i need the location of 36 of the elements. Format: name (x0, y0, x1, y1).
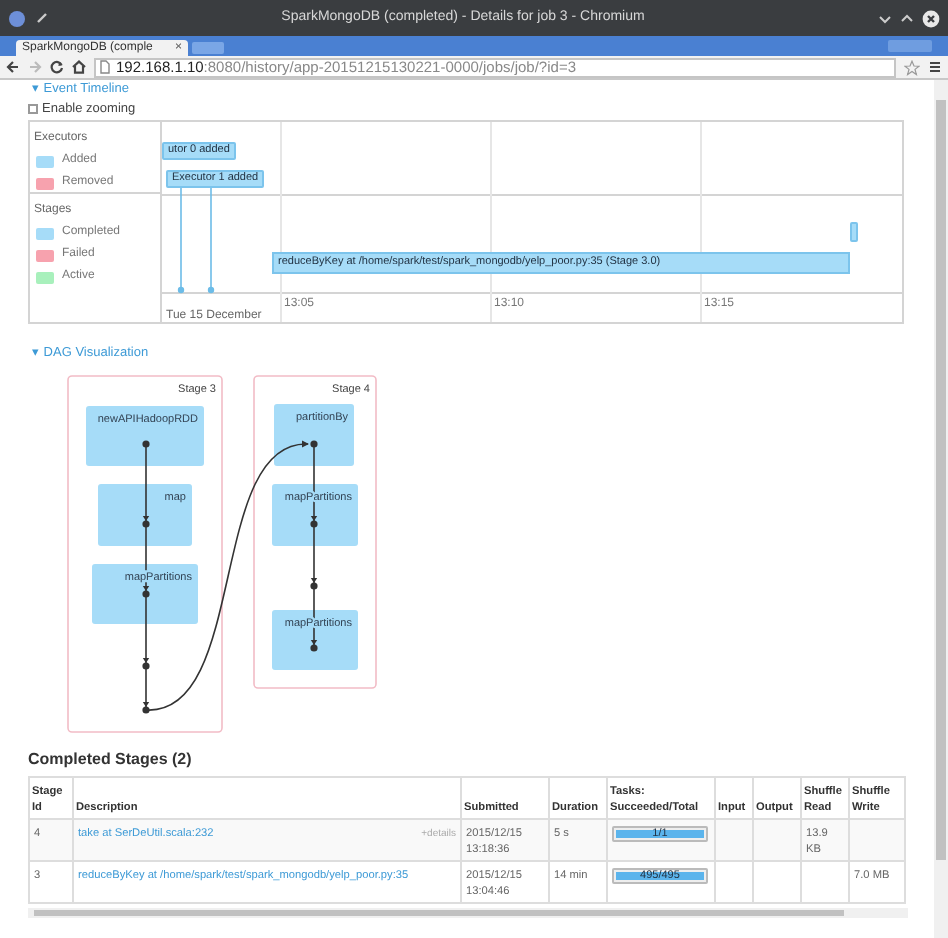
menu-icon[interactable] (928, 60, 942, 74)
minimize-icon[interactable] (878, 11, 892, 25)
app-icon (8, 9, 26, 27)
checkbox[interactable] (28, 104, 38, 114)
maximize-icon[interactable] (900, 11, 914, 25)
vertical-scrollbar[interactable] (934, 80, 948, 938)
node-dot (142, 590, 150, 598)
event-marker-line (176, 188, 186, 298)
stage-bar[interactable] (850, 222, 858, 242)
home-icon[interactable] (72, 60, 86, 74)
rdd-node (274, 404, 354, 466)
horizontal-scrollbar[interactable] (28, 908, 908, 918)
node-dot (310, 520, 318, 528)
node-dot (142, 440, 150, 448)
page-icon (100, 60, 110, 74)
scrollbar-thumb[interactable] (34, 910, 844, 916)
rdd-node (272, 610, 358, 670)
rdd-node (272, 484, 358, 546)
back-icon[interactable] (6, 60, 20, 74)
pin-icon (36, 12, 48, 24)
forward-icon[interactable] (28, 60, 42, 74)
rdd-node (86, 406, 204, 466)
rdd-node (98, 484, 192, 546)
section-heading: Completed Stages (2) (28, 748, 192, 772)
rdd-node (92, 564, 198, 624)
node-dot (142, 520, 150, 528)
node-dot (310, 582, 318, 590)
event-marker-line (206, 188, 216, 298)
node-dot (142, 706, 150, 714)
scrollbar-thumb[interactable] (936, 100, 946, 860)
close-icon[interactable] (922, 9, 940, 27)
node-dot (142, 662, 150, 670)
node-dot (310, 440, 318, 448)
node-dot (310, 644, 318, 652)
star-icon[interactable] (904, 59, 920, 75)
reload-icon[interactable] (50, 60, 64, 74)
